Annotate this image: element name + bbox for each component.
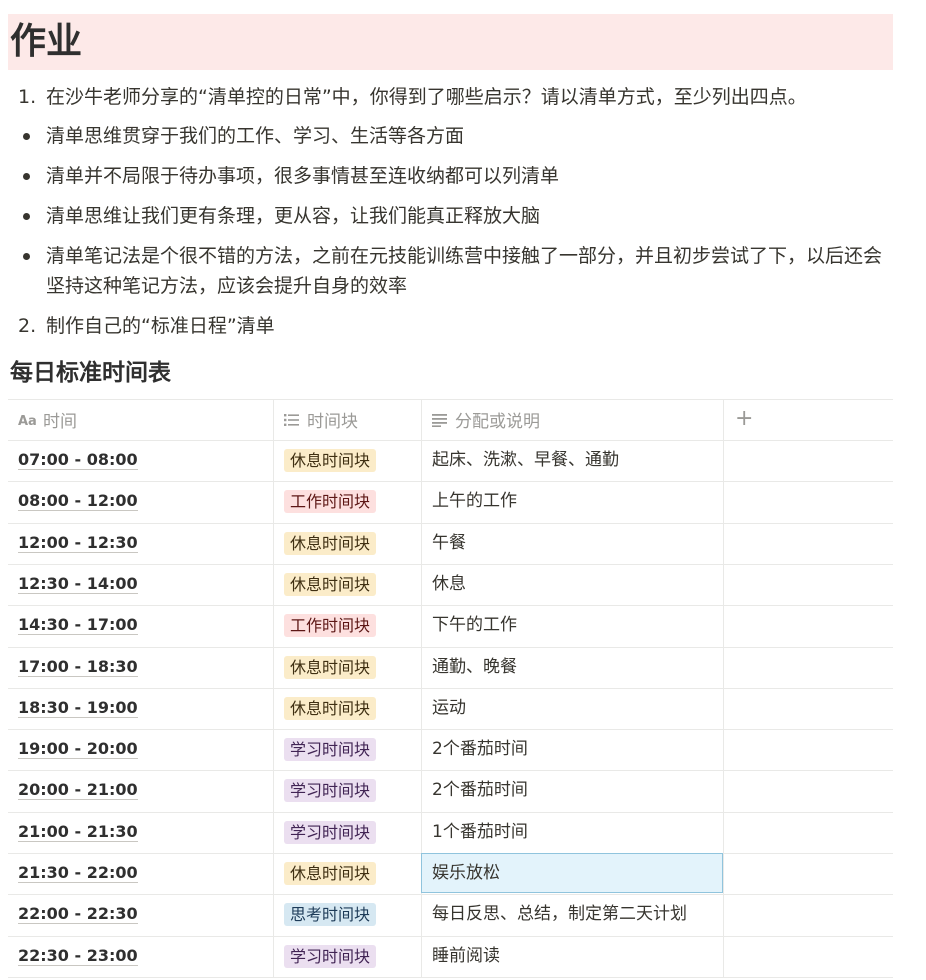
- description-cell[interactable]: 1个番茄时间: [432, 821, 528, 843]
- bullet-dot: [23, 253, 30, 260]
- time-text: 22:00 - 22:30: [18, 904, 138, 924]
- time-text: 14:30 - 17:00: [18, 615, 138, 635]
- description-cell[interactable]: 运动: [432, 697, 466, 719]
- table-row-divider: [8, 399, 893, 400]
- bullet-dot: [23, 173, 30, 180]
- svg-text:Aa: Aa: [18, 414, 36, 427]
- table-row[interactable]: 18:30 - 19:00 休息时间块 运动: [8, 688, 893, 729]
- time-block-tag[interactable]: 学习时间块: [284, 945, 377, 968]
- time-text: 12:30 - 14:00: [18, 574, 138, 594]
- list-icon: [284, 413, 300, 427]
- text-lines-icon: [432, 413, 448, 427]
- description-cell[interactable]: 休息: [432, 573, 466, 595]
- time-block-tag[interactable]: 学习时间块: [284, 738, 377, 761]
- time-block-tag[interactable]: 休息时间块: [284, 573, 377, 596]
- time-text: 07:00 - 08:00: [18, 450, 138, 470]
- title-aa-icon: Aa: [18, 413, 36, 427]
- column-header-desc[interactable]: 分配或说明: [432, 399, 540, 440]
- table-row[interactable]: 19:00 - 20:00 学习时间块 2个番茄时间: [8, 729, 893, 770]
- time-cell[interactable]: 22:30 - 23:00: [18, 945, 138, 967]
- description-cell[interactable]: 上午的工作: [432, 490, 517, 512]
- time-text: 19:00 - 20:00: [18, 739, 138, 759]
- time-block-tag[interactable]: 学习时间块: [284, 779, 377, 802]
- list-number: 2.: [18, 315, 37, 337]
- table-row-divider: [8, 977, 893, 978]
- time-cell[interactable]: 08:00 - 12:00: [18, 490, 138, 512]
- table-row[interactable]: 08:00 - 12:00 工作时间块 上午的工作: [8, 481, 893, 522]
- time-text: 22:30 - 23:00: [18, 946, 138, 966]
- table-row[interactable]: 07:00 - 08:00 休息时间块 起床、洗漱、早餐、通勤: [8, 440, 893, 481]
- column-header-block[interactable]: 时间块: [284, 399, 358, 440]
- bullet-text: 清单思维让我们更有条理，更从容，让我们能真正释放大脑: [46, 205, 541, 227]
- description-cell[interactable]: 通勤、晚餐: [432, 656, 517, 678]
- bullet-dot: [23, 213, 30, 220]
- time-block-tag[interactable]: 休息时间块: [284, 862, 377, 885]
- time-cell[interactable]: 12:30 - 14:00: [18, 573, 138, 595]
- column-header-time[interactable]: Aa 时间: [18, 399, 77, 440]
- table-row[interactable]: 12:00 - 12:30 休息时间块 午餐: [8, 523, 893, 564]
- time-block-tag[interactable]: 工作时间块: [284, 490, 377, 513]
- description-cell[interactable]: 2个番茄时间: [432, 738, 528, 760]
- bullet-dot: [23, 133, 30, 140]
- list-number: 1.: [18, 86, 37, 108]
- table-row[interactable]: 12:30 - 14:00 休息时间块 休息: [8, 564, 893, 605]
- table-title[interactable]: 每日标准时间表: [10, 357, 171, 389]
- table-row[interactable]: 17:00 - 18:30 休息时间块 通勤、晚餐: [8, 647, 893, 688]
- table-row[interactable]: 22:30 - 23:00 学习时间块 睡前阅读: [8, 936, 893, 977]
- description-cell[interactable]: 娱乐放松: [432, 862, 500, 884]
- time-cell[interactable]: 22:00 - 22:30: [18, 903, 138, 925]
- time-block-tag[interactable]: 工作时间块: [284, 614, 377, 637]
- bullet-text: 清单思维贯穿于我们的工作、学习、生活等各方面: [46, 125, 465, 147]
- time-block-tag[interactable]: 休息时间块: [284, 532, 377, 555]
- page-title[interactable]: 作业: [10, 14, 82, 70]
- time-text: 08:00 - 12:00: [18, 491, 138, 511]
- time-block-tag[interactable]: 思考时间块: [284, 903, 377, 926]
- time-text: 18:30 - 19:00: [18, 698, 138, 718]
- description-cell[interactable]: 下午的工作: [432, 614, 517, 636]
- time-cell[interactable]: 20:00 - 21:00: [18, 779, 138, 801]
- column-header-label: 时间: [43, 412, 77, 432]
- time-cell[interactable]: 14:30 - 17:00: [18, 614, 138, 636]
- table-row[interactable]: 21:30 - 22:00 休息时间块 娱乐放松: [8, 853, 893, 894]
- notion-page: 作业 1. 在沙牛老师分享的“清单控的日常”中，你得到了哪些启示？请以清单方式，…: [0, 0, 926, 980]
- description-cell[interactable]: 午餐: [432, 532, 466, 554]
- bullet-text: 清单并不局限于待办事项，很多事情甚至连收纳都可以列清单: [46, 165, 560, 187]
- time-block-tag[interactable]: 休息时间块: [284, 656, 377, 679]
- column-header-label: 分配或说明: [455, 412, 540, 432]
- time-text: 20:00 - 21:00: [18, 780, 138, 800]
- table-row[interactable]: 22:00 - 22:30 思考时间块 每日反思、总结，制定第二天计划: [8, 894, 893, 935]
- time-text: 17:00 - 18:30: [18, 657, 138, 677]
- description-cell[interactable]: 起床、洗漱、早餐、通勤: [432, 449, 619, 471]
- time-block-tag[interactable]: 休息时间块: [284, 449, 377, 472]
- time-cell[interactable]: 21:30 - 22:00: [18, 862, 138, 884]
- time-cell[interactable]: 12:00 - 12:30: [18, 532, 138, 554]
- description-cell[interactable]: 2个番茄时间: [432, 779, 528, 801]
- time-cell[interactable]: 07:00 - 08:00: [18, 449, 138, 471]
- list-item-text: 在沙牛老师分享的“清单控的日常”中，你得到了哪些启示？请以清单方式，至少列出四点…: [46, 86, 807, 108]
- description-cell[interactable]: 睡前阅读: [432, 945, 500, 967]
- time-block-tag[interactable]: 休息时间块: [284, 697, 377, 720]
- add-column-icon[interactable]: +: [735, 407, 753, 431]
- column-header-label: 时间块: [307, 412, 358, 432]
- title-highlight: [8, 14, 893, 70]
- time-cell[interactable]: 21:00 - 21:30: [18, 821, 138, 843]
- schedule-table: Aa 时间 时间块 分配或说明 + 07:00 - 08:00 休息时间块 起床…: [8, 399, 893, 978]
- time-cell[interactable]: 18:30 - 19:00: [18, 697, 138, 719]
- time-block-tag[interactable]: 学习时间块: [284, 821, 377, 844]
- table-row[interactable]: 21:00 - 21:30 学习时间块 1个番茄时间: [8, 812, 893, 853]
- time-cell[interactable]: 19:00 - 20:00: [18, 738, 138, 760]
- time-text: 21:30 - 22:00: [18, 863, 138, 883]
- list-item-text: 制作自己的“标准日程”清单: [46, 315, 275, 337]
- table-row[interactable]: 20:00 - 21:00 学习时间块 2个番茄时间: [8, 770, 893, 811]
- description-cell[interactable]: 每日反思、总结，制定第二天计划: [432, 903, 687, 925]
- bullet-text: 清单笔记法是个很不错的方法，之前在元技能训练营中接触了一部分，并且初步尝试了下，…: [46, 245, 883, 297]
- time-text: 12:00 - 12:30: [18, 533, 138, 553]
- table-row[interactable]: 14:30 - 17:00 工作时间块 下午的工作: [8, 605, 893, 646]
- time-text: 21:00 - 21:30: [18, 822, 138, 842]
- time-cell[interactable]: 17:00 - 18:30: [18, 656, 138, 678]
